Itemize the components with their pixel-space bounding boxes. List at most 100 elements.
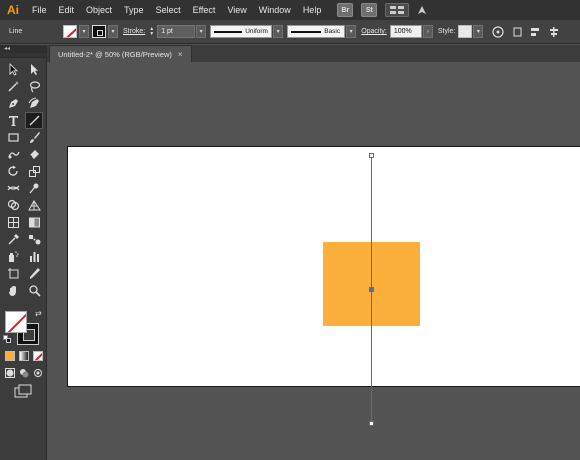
menu-edit[interactable]: Edit: [53, 0, 81, 20]
opacity-field[interactable]: 100%: [389, 25, 422, 38]
mesh-tool[interactable]: [4, 214, 22, 231]
recolor-artwork-button[interactable]: [491, 25, 505, 39]
selection-tool[interactable]: [4, 61, 22, 78]
arrange-documents-button[interactable]: [385, 3, 410, 17]
rotate-icon: [7, 165, 18, 176]
none-mode-button[interactable]: [33, 351, 43, 361]
document-tabs: Untitled-2* @ 50% (RGB/Preview) ×: [0, 45, 580, 62]
menu-file[interactable]: File: [26, 0, 53, 20]
document-tab[interactable]: Untitled-2* @ 50% (RGB/Preview) ×: [49, 45, 192, 62]
stroke-weight-stepper[interactable]: ▲ ▼: [148, 25, 155, 38]
screen-mode-icon[interactable]: [14, 384, 32, 398]
shape-builder-tool[interactable]: [4, 197, 22, 214]
toolbox-grip[interactable]: [0, 53, 47, 58]
menu-effect[interactable]: Effect: [187, 0, 222, 20]
tool-grid: [4, 61, 43, 299]
line-center-point[interactable]: [369, 287, 374, 292]
knife-icon: [29, 268, 40, 279]
curvature-tool[interactable]: [25, 95, 43, 112]
menu-view[interactable]: View: [221, 0, 252, 20]
fill-swatch[interactable]: [63, 25, 77, 38]
magnifier-icon: [28, 285, 41, 297]
hand-tool[interactable]: [4, 282, 22, 299]
perspective-grid-tool[interactable]: [25, 197, 43, 214]
stock-button[interactable]: St: [361, 3, 378, 17]
menu-object[interactable]: Object: [80, 0, 118, 20]
toolbox: ⇄: [0, 53, 47, 460]
width-icon: [7, 185, 19, 191]
line-anchor-bottom[interactable]: [369, 421, 374, 426]
stroke-weight-field[interactable]: 1 pt: [157, 25, 196, 38]
gpu-performance-button[interactable]: [415, 3, 429, 17]
menu-help[interactable]: Help: [297, 0, 328, 20]
line-anchor-top[interactable]: [369, 153, 374, 158]
opacity-label[interactable]: Opacity:: [361, 28, 387, 35]
rotate-tool[interactable]: [4, 163, 22, 180]
style-dropdown[interactable]: ▾: [473, 25, 484, 38]
toolbox-collapse[interactable]: ◂◂: [0, 45, 47, 53]
align-button[interactable]: [529, 25, 543, 39]
shaper-tool[interactable]: [4, 146, 22, 163]
profile-dropdown[interactable]: ▾: [273, 25, 284, 38]
stroke-swatch[interactable]: [92, 25, 106, 38]
bridge-button[interactable]: Br: [337, 3, 354, 17]
stroke-label[interactable]: Stroke:: [123, 28, 145, 35]
width-tool[interactable]: [4, 180, 22, 197]
eyedropper-icon: [8, 234, 19, 245]
fill-color-box[interactable]: [5, 311, 27, 333]
column-graph-tool[interactable]: [25, 248, 43, 265]
rectangle-tool[interactable]: [4, 129, 22, 146]
bar-graph-icon: [29, 252, 39, 262]
artboard-tool[interactable]: [4, 265, 22, 282]
graphic-style-swatch[interactable]: [458, 25, 473, 38]
brush-line: [291, 30, 322, 33]
scale-tool[interactable]: [25, 163, 43, 180]
stroke-weight-dropdown[interactable]: ▾: [196, 25, 207, 38]
color-wheel-icon: [492, 25, 504, 38]
magic-wand-tool[interactable]: [4, 78, 22, 95]
opacity-dropdown[interactable]: ›: [422, 25, 433, 38]
gradient-mode-button[interactable]: [19, 351, 29, 361]
brush-label: Basic: [324, 28, 341, 35]
fill-dropdown[interactable]: ▾: [79, 25, 89, 38]
rectangle-icon: [7, 133, 19, 142]
slice-tool[interactable]: [25, 265, 43, 282]
menu-type[interactable]: Type: [118, 0, 150, 20]
draw-normal-icon[interactable]: [5, 368, 15, 378]
menu-select[interactable]: Select: [150, 0, 187, 20]
close-tab-icon[interactable]: ×: [178, 50, 183, 59]
style-label: Style:: [437, 28, 456, 35]
variable-width-profile[interactable]: Uniform: [210, 25, 273, 38]
fill-stroke-widget: ⇄: [3, 309, 43, 345]
direct-selection-tool[interactable]: [25, 61, 43, 78]
default-fill-stroke-icon[interactable]: [3, 335, 11, 343]
blend-tool[interactable]: [25, 231, 43, 248]
document-setup-button[interactable]: [511, 25, 525, 39]
symbol-sprayer-tool[interactable]: [4, 248, 22, 265]
menu-window[interactable]: Window: [253, 0, 297, 20]
stroke-dropdown[interactable]: ▾: [108, 25, 118, 38]
type-tool[interactable]: [4, 112, 22, 129]
puppet-warp-tool[interactable]: [25, 180, 43, 197]
draw-behind-icon[interactable]: [19, 368, 29, 378]
brush-icon: [29, 132, 40, 143]
grid-icon: [390, 6, 405, 14]
canvas-area[interactable]: [48, 62, 580, 460]
curvature-pen-icon: [28, 97, 39, 108]
zoom-tool[interactable]: [25, 282, 43, 299]
swap-fill-stroke-icon[interactable]: ⇄: [35, 309, 42, 318]
brush-definition[interactable]: Basic: [287, 25, 346, 38]
gradient-tool[interactable]: [25, 214, 43, 231]
color-mode-button[interactable]: [5, 351, 15, 361]
draw-inside-icon[interactable]: [33, 368, 43, 378]
pen-tool[interactable]: [4, 95, 22, 112]
eyedropper-tool[interactable]: [4, 231, 22, 248]
eraser-tool[interactable]: [25, 146, 43, 163]
artboard-icon: [7, 268, 18, 279]
app-logo: Ai: [7, 3, 19, 17]
brush-dropdown[interactable]: ▾: [346, 25, 357, 38]
line-segment-tool[interactable]: [25, 112, 43, 129]
paintbrush-tool[interactable]: [25, 129, 43, 146]
lasso-tool[interactable]: [25, 78, 43, 95]
align-center-button[interactable]: [547, 25, 561, 39]
